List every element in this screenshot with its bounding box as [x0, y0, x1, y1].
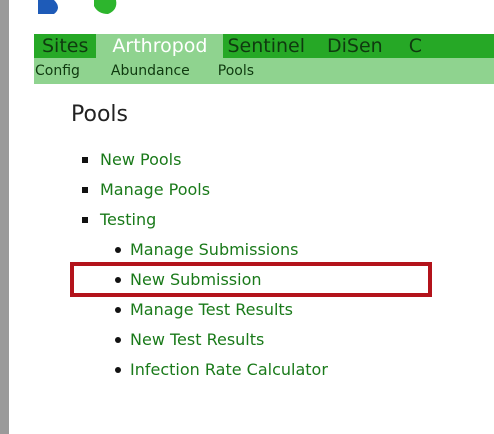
manage-submissions-link[interactable]: Manage Submissions: [130, 240, 299, 260]
square-bullet-icon: [82, 217, 88, 223]
manage-test-results-link[interactable]: Manage Test Results: [130, 300, 293, 320]
manage-pools-link[interactable]: Manage Pools: [100, 180, 210, 200]
nav-item-sites[interactable]: Sites: [34, 34, 96, 58]
nav-item-c[interactable]: C: [399, 34, 430, 58]
dot-bullet-icon: [115, 367, 121, 373]
left-rail: [0, 0, 9, 434]
page: Sites Arthropod Sentinel DiSen C Config …: [0, 0, 494, 434]
square-bullet-icon: [82, 187, 88, 193]
nav-item-disen[interactable]: DiSen: [319, 34, 399, 58]
sub-nav-item-abundance[interactable]: Abundance: [111, 58, 190, 84]
top-nav: Sites Arthropod Sentinel DiSen C: [34, 34, 494, 58]
nav-item-arthropod[interactable]: Arthropod: [96, 34, 224, 58]
page-title: Pools: [71, 102, 128, 127]
sub-nav: Config Abundance Pools: [34, 58, 494, 84]
new-pools-link[interactable]: New Pools: [100, 150, 181, 170]
dot-bullet-icon: [115, 307, 121, 313]
new-test-results-link[interactable]: New Test Results: [130, 330, 264, 350]
sub-nav-item-config[interactable]: Config: [35, 58, 80, 84]
logo-icon: [38, 0, 117, 14]
infection-rate-calculator-link[interactable]: Infection Rate Calculator: [130, 360, 328, 380]
nav-item-sentinel[interactable]: Sentinel: [223, 34, 319, 58]
testing-link[interactable]: Testing: [100, 210, 156, 230]
dot-bullet-icon: [115, 247, 121, 253]
sub-nav-item-pools[interactable]: Pools: [218, 58, 254, 84]
highlight-box: [70, 262, 432, 297]
dot-bullet-icon: [115, 337, 121, 343]
square-bullet-icon: [82, 157, 88, 163]
